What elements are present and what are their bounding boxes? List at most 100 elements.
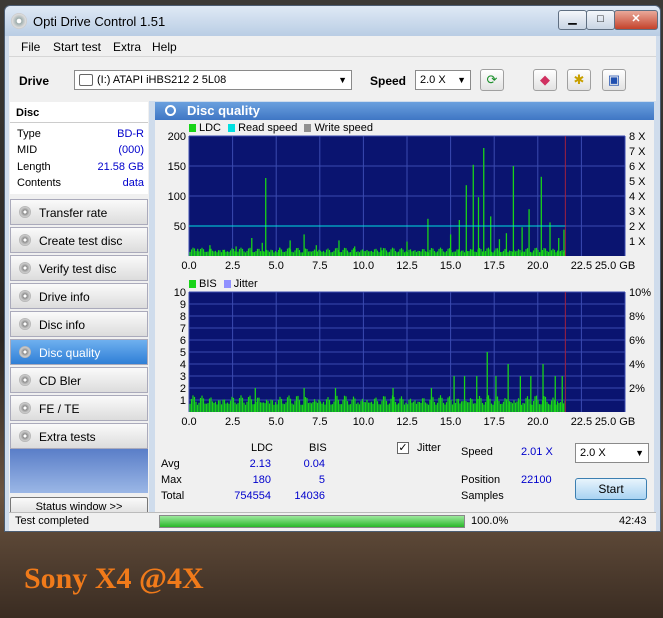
- disc-mid-key: MID: [17, 144, 38, 156]
- nav-extra-tests[interactable]: Extra tests: [10, 423, 148, 449]
- x-tick-label: 17.5: [483, 416, 504, 428]
- position-label: Position: [461, 474, 501, 486]
- stats-avg-bis: 0.04: [303, 458, 325, 470]
- title-bar: Opti Drive Control 1.51 ▁ □ ✕: [5, 6, 660, 36]
- nav-label: Extra tests: [39, 430, 96, 444]
- position-value: 22100: [521, 474, 552, 486]
- settings-button[interactable]: ✱: [567, 69, 591, 91]
- stats-max-bis: 5: [318, 474, 325, 486]
- speed-label: Speed: [370, 74, 407, 88]
- nav-create-test-disc[interactable]: Create test disc: [10, 227, 148, 253]
- erase-button[interactable]: ◆: [533, 69, 557, 91]
- x-tick-label: 20.0: [527, 260, 548, 272]
- nav-label: Create test disc: [39, 234, 123, 248]
- nav-cd-bler[interactable]: CD Bler: [10, 367, 148, 393]
- test-speed-select[interactable]: 2.0 X ▼: [575, 443, 649, 463]
- settings-icon: ✱: [573, 72, 585, 87]
- disc-icon: [19, 318, 31, 330]
- nav-label: Verify test disc: [39, 262, 117, 276]
- y-tick-label: 200: [168, 132, 186, 143]
- x-tick-label: 2.5: [225, 416, 240, 428]
- maximize-button[interactable]: □: [586, 10, 615, 30]
- speed-select-value: 2.0 X: [420, 74, 446, 86]
- disc-icon: [19, 374, 31, 386]
- stats-total-bis: 14036: [294, 490, 325, 502]
- x-tick-label: 0.0: [181, 416, 196, 428]
- nav-disc-info[interactable]: Disc info: [10, 311, 148, 337]
- drive-select[interactable]: (I:) ATAPI iHBS212 2 5L08 ▼: [74, 70, 352, 90]
- disc-type-value: BD-R: [117, 128, 144, 140]
- menu-extra[interactable]: Extra: [113, 40, 141, 54]
- x-tick-label: 15.0: [440, 416, 461, 428]
- disc-type-key: Type: [17, 128, 41, 140]
- disc-icon: [19, 430, 31, 442]
- minimize-button[interactable]: ▁: [558, 10, 587, 30]
- y-tick-label: 10: [174, 288, 186, 299]
- status-bar: Test completed 100.0% 42:43: [9, 512, 656, 531]
- stats-bis-header: BIS: [309, 442, 327, 454]
- disc-icon: [19, 206, 31, 218]
- y-tick-label: 1: [180, 395, 186, 407]
- y2-tick-label: 8 X: [629, 132, 646, 143]
- x-tick-label: 5.0: [269, 416, 284, 428]
- x-tick-label: 0.0: [181, 260, 196, 272]
- stats-total-ldc: 754554: [234, 490, 271, 502]
- jitter-legend-swatch: [223, 280, 231, 289]
- jitter-label: Jitter: [417, 442, 441, 454]
- menu-file[interactable]: File: [21, 40, 40, 54]
- speed-select[interactable]: 2.0 X ▼: [415, 70, 471, 90]
- nav-transfer-rate[interactable]: Transfer rate: [10, 199, 148, 225]
- menu-help[interactable]: Help: [152, 40, 177, 54]
- nav-disc-quality[interactable]: Disc quality: [10, 339, 148, 365]
- sidebar: Disc Type BD-R MID (000) Length 21.58 GB…: [9, 101, 149, 525]
- nav-fe-te[interactable]: FE / TE: [10, 395, 148, 421]
- x-tick-label: 22.5: [571, 416, 592, 428]
- speed-stat-value: 2.01 X: [521, 446, 553, 458]
- ldc-chart: 200 150 100 50 8 X 7 X 6 X 5 X 4 X 3 X 2 X 1 X 0.0 2.…: [168, 132, 647, 272]
- refresh-button[interactable]: ⟳: [480, 69, 504, 91]
- eraser-icon: ◆: [540, 72, 550, 87]
- y-tick-label: 9: [180, 299, 186, 311]
- stats-avg-key: Avg: [161, 458, 180, 470]
- y2-tick-label: 4%: [629, 359, 645, 371]
- save-icon: ▣: [607, 72, 621, 87]
- bis-chart: 10987654321 10% 8% 6% 4% 2% 0.0 2.5 5.0 7.5 10.0 12…: [174, 288, 651, 428]
- status-text: Test completed: [15, 515, 89, 527]
- stats-ldc-header: LDC: [251, 442, 274, 454]
- progress-text: 100.0%: [471, 515, 509, 527]
- refresh-icon: ⟳: [486, 72, 498, 87]
- nav-label: FE / TE: [39, 402, 80, 416]
- disc-icon: [19, 402, 31, 414]
- x-tick-label: 15.0: [440, 260, 461, 272]
- close-button[interactable]: ✕: [614, 10, 658, 30]
- disc-contents-key: Contents: [17, 177, 62, 189]
- disc-icon: [19, 346, 31, 358]
- start-button[interactable]: Start: [575, 478, 647, 500]
- y2-tick-label: 5 X: [629, 176, 646, 188]
- disc-app-icon: [11, 13, 27, 29]
- disc-length-key: Length: [17, 161, 51, 173]
- samples-label: Samples: [461, 490, 504, 502]
- nav-drive-info[interactable]: Drive info: [10, 283, 148, 309]
- nav-label: Disc quality: [39, 346, 101, 360]
- y2-tick-label: 3 X: [629, 206, 646, 218]
- x-tick-label: 25.0 GB: [595, 260, 635, 272]
- y-tick-label: 7: [180, 323, 186, 335]
- x-tick-label: 5.0: [269, 260, 284, 272]
- stats-max-ldc: 180: [252, 474, 271, 486]
- y2-tick-label: 2 X: [629, 221, 646, 233]
- x-tick-label: 2.5: [225, 260, 240, 272]
- jitter-checkbox[interactable]: ✓: [397, 442, 409, 454]
- overlay-caption: Sony X4 @4X: [24, 562, 204, 595]
- y-tick-label: 5: [180, 347, 186, 359]
- chevron-down-icon: ▼: [635, 448, 644, 458]
- save-button[interactable]: ▣: [602, 69, 626, 91]
- disc-quality-panel: Disc quality LDC Read speed Write speed …: [155, 102, 654, 512]
- ldc-legend-swatch: [189, 124, 196, 133]
- menu-start-test[interactable]: Start test: [53, 40, 101, 54]
- disc-icon: [19, 290, 31, 302]
- panel-title: Disc quality: [187, 103, 260, 118]
- y-tick-label: 8: [180, 311, 186, 323]
- nav-verify-test-disc[interactable]: Verify test disc: [10, 255, 148, 281]
- nav-label: Transfer rate: [39, 206, 108, 220]
